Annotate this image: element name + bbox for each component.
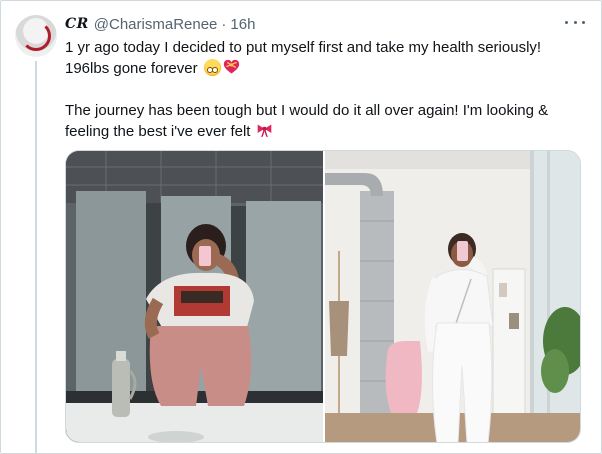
tweet-line: 1 yr ago today I decided to put myself f… bbox=[65, 37, 585, 58]
tweet-line-text: 196lbs gone forever bbox=[65, 60, 198, 77]
display-name[interactable]: CR bbox=[65, 16, 89, 32]
tweet-line-text: feeling the best i've ever felt bbox=[65, 123, 251, 140]
more-dot bbox=[565, 20, 568, 24]
avatar-ring-graphic bbox=[21, 21, 51, 51]
media-container[interactable] bbox=[65, 150, 581, 443]
tweet-header: CR @CharismaRenee · 16h bbox=[65, 14, 255, 34]
tweet-line: The journey has been tough but I would d… bbox=[65, 100, 585, 121]
tweet-line-text: 1 yr ago today I decided to put myself f… bbox=[65, 39, 542, 56]
more-dot bbox=[573, 20, 577, 24]
tweet-line: feeling the best i've ever felt bbox=[65, 121, 585, 142]
tweet-text: 1 yr ago today I decided to put myself f… bbox=[65, 37, 585, 142]
more-options-icon[interactable] bbox=[565, 15, 585, 29]
avatar[interactable] bbox=[15, 15, 57, 57]
more-dot bbox=[582, 20, 585, 24]
tweet-card[interactable]: CR @CharismaRenee · 16h 1 yr ago today I… bbox=[0, 0, 602, 454]
tweet-line-text: The journey has been tough but I would d… bbox=[65, 102, 549, 119]
separator-dot: · bbox=[221, 15, 227, 33]
timestamp[interactable]: 16h bbox=[230, 16, 255, 33]
heart-with-ribbon-emoji-icon bbox=[223, 59, 239, 74]
after-photo[interactable] bbox=[325, 151, 580, 442]
before-photo-illustration bbox=[66, 151, 323, 442]
ribbon-emoji-icon bbox=[258, 124, 272, 138]
before-photo[interactable] bbox=[66, 151, 323, 442]
user-handle[interactable]: @CharismaRenee bbox=[94, 16, 218, 33]
tweet-line: 196lbs gone forever bbox=[65, 58, 585, 79]
after-photo-illustration bbox=[325, 151, 580, 442]
thread-line bbox=[35, 61, 37, 454]
pleading-face-emoji-icon bbox=[203, 59, 221, 76]
